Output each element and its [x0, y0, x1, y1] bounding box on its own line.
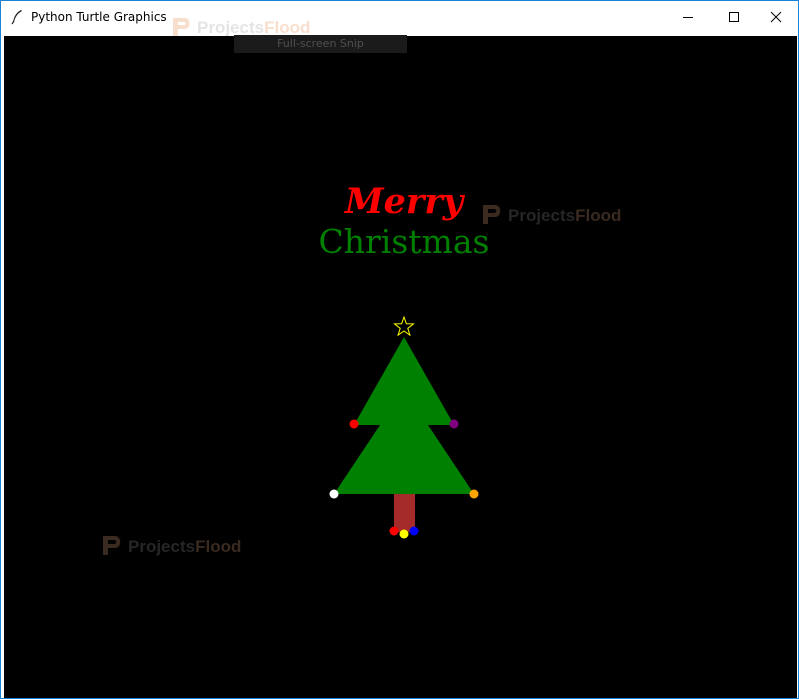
snip-tooltip: Full-screen Snip [234, 35, 407, 53]
ornament [329, 489, 339, 499]
ornament [409, 526, 419, 536]
ornament [389, 526, 399, 536]
title-bar[interactable]: Python Turtle Graphics ProjectsFlood [1, 1, 798, 37]
feather-icon [11, 10, 22, 25]
ornament [399, 529, 409, 539]
svg-text:ProjectsFlood: ProjectsFlood [128, 537, 241, 556]
ornament [469, 489, 479, 499]
minimize-icon [683, 17, 693, 18]
tree-upper-foliage [354, 337, 454, 425]
window-title: Python Turtle Graphics [31, 10, 167, 24]
close-button[interactable] [753, 1, 798, 33]
ornament [349, 419, 359, 429]
svg-text:ProjectsFlood: ProjectsFlood [508, 206, 621, 225]
tree-drawing [329, 315, 479, 539]
watermark-logo-middle: ProjectsFlood [483, 205, 621, 225]
turtle-window: Python Turtle Graphics ProjectsFlood Ful… [0, 0, 799, 699]
turtle-canvas[interactable]: Merry Christmas ProjectsFlood ProjectsFl… [4, 36, 797, 698]
close-icon [770, 11, 782, 23]
ornament [449, 419, 459, 429]
minimize-button[interactable] [665, 1, 711, 33]
star-icon [393, 315, 415, 337]
maximize-icon [729, 12, 739, 22]
tree-trunk [394, 494, 415, 532]
watermark-logo-lower: ProjectsFlood [103, 536, 241, 556]
maximize-button[interactable] [711, 1, 757, 33]
